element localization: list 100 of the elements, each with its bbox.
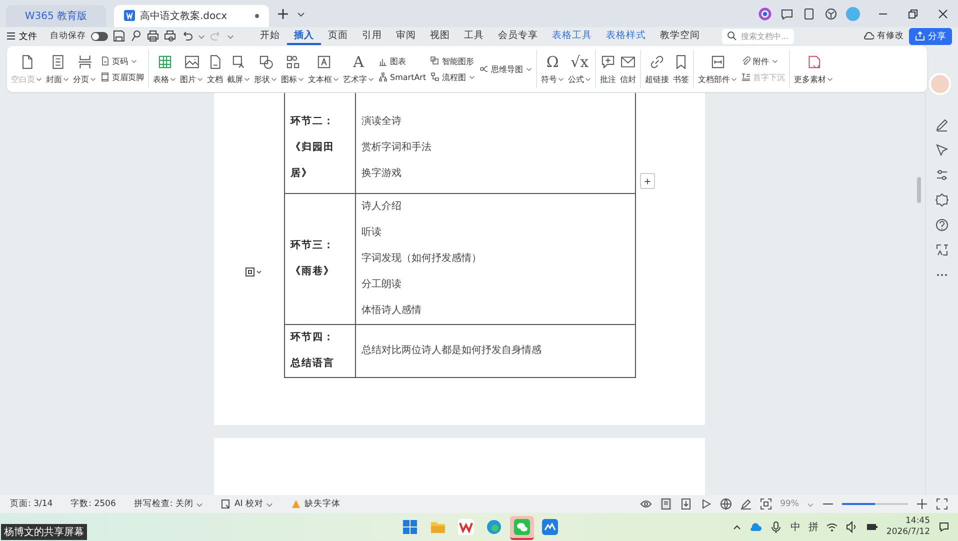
paperclip-icon bbox=[741, 56, 752, 66]
notification-icon[interactable] bbox=[938, 521, 950, 533]
page-count[interactable]: 页面: 3/14 bbox=[10, 498, 53, 510]
battery-icon[interactable] bbox=[866, 521, 878, 533]
ribbon-button[interactable]: SmartArt bbox=[378, 72, 426, 82]
ribbon-button[interactable]: 附件 bbox=[741, 56, 786, 66]
fit-page-icon[interactable] bbox=[760, 498, 772, 510]
ribbon-button[interactable]: √x 公式 bbox=[566, 52, 594, 86]
web-view-icon[interactable] bbox=[680, 498, 692, 510]
table-handle-icon[interactable] bbox=[244, 267, 262, 277]
ribbon-tab[interactable]: 表格工具 bbox=[545, 28, 599, 44]
input-method-indicator[interactable]: 拼 bbox=[808, 520, 818, 534]
save-icon[interactable] bbox=[113, 30, 125, 42]
key-icon[interactable] bbox=[130, 30, 142, 42]
print-preview-icon[interactable] bbox=[164, 30, 176, 42]
ribbon-button[interactable]: 超链接 bbox=[643, 52, 672, 86]
ribbon-button[interactable]: 文档部件 bbox=[696, 52, 740, 86]
ribbon-button[interactable]: 批注 bbox=[598, 52, 618, 86]
spell-check-status[interactable]: 拼写检查: 关闭 bbox=[134, 498, 204, 510]
sync-status[interactable]: 有修改 bbox=[864, 30, 904, 42]
table-cell: 环节三： 《雨巷》 bbox=[284, 194, 355, 324]
ribbon-tab[interactable]: 表格样式 bbox=[599, 28, 653, 44]
wifi-icon[interactable] bbox=[826, 521, 838, 533]
add-column-button[interactable] bbox=[640, 173, 654, 189]
caret-icon[interactable] bbox=[198, 32, 205, 40]
cloud-icon[interactable] bbox=[750, 521, 762, 533]
ribbon-button[interactable]: 分页 bbox=[71, 52, 98, 86]
proofread-icon bbox=[221, 499, 232, 509]
globe-icon[interactable] bbox=[720, 498, 732, 510]
scrollbar-thumb[interactable] bbox=[917, 177, 921, 203]
caret-icon bbox=[827, 76, 834, 82]
pen-icon[interactable] bbox=[935, 118, 949, 132]
translate-icon[interactable] bbox=[935, 243, 949, 257]
ribbon-button[interactable]: 信封 bbox=[618, 52, 638, 86]
ribbon-button[interactable]: 页码 bbox=[100, 56, 144, 66]
ribbon-button[interactable]: 封面 bbox=[44, 52, 71, 86]
color-ring-icon[interactable] bbox=[758, 6, 772, 20]
app-title: W365 教育版 bbox=[24, 10, 88, 22]
badge-gear-icon[interactable] bbox=[935, 193, 949, 207]
close-icon[interactable] bbox=[936, 6, 950, 20]
ribbon-button[interactable]: 书签 bbox=[671, 52, 692, 86]
cursor-icon[interactable] bbox=[935, 143, 949, 157]
page-view-icon[interactable] bbox=[660, 498, 672, 510]
ribbon-button[interactable]: 智能图形 bbox=[430, 56, 476, 66]
ribbon-tab[interactable]: 引用 bbox=[355, 28, 389, 44]
caret-icon[interactable] bbox=[297, 10, 305, 18]
ribbon-button[interactable]: 流程图 bbox=[430, 72, 476, 82]
caret-icon[interactable] bbox=[227, 32, 234, 40]
share-button[interactable]: 分享 bbox=[909, 28, 952, 44]
search-field[interactable]: 搜索文档中... bbox=[722, 28, 794, 44]
word-count[interactable]: 字数: 2506 bbox=[70, 498, 116, 510]
document-tab[interactable]: 高中语文教案.docx bbox=[114, 4, 269, 26]
sliders-icon[interactable] bbox=[935, 168, 949, 182]
ribbon-tab[interactable]: 开始 bbox=[253, 28, 287, 44]
microphone-icon[interactable] bbox=[770, 521, 782, 533]
ribbon-button[interactable]: 文档 bbox=[205, 52, 225, 86]
ribbon-tab[interactable]: 页面 bbox=[321, 28, 355, 44]
clock[interactable]: 14:45 2026/7/12 bbox=[886, 516, 930, 538]
play-icon[interactable] bbox=[700, 498, 712, 510]
document-tab[interactable]: W365 教育版 bbox=[6, 4, 106, 26]
taskbar-app[interactable] bbox=[510, 516, 534, 540]
ribbon-tab[interactable]: 教学空间 bbox=[653, 28, 707, 44]
caret-icon bbox=[271, 76, 277, 82]
ribbon-button[interactable]: 文本框 bbox=[306, 52, 341, 86]
undo-icon[interactable] bbox=[181, 30, 193, 42]
autosave-toggle[interactable] bbox=[91, 32, 108, 40]
restore-icon[interactable] bbox=[906, 6, 920, 20]
ribbon-button[interactable]: 表格 bbox=[151, 52, 178, 86]
ribbon-button[interactable]: 更多素材 bbox=[792, 52, 836, 86]
caret-icon bbox=[131, 58, 137, 64]
plus-icon[interactable] bbox=[277, 8, 289, 20]
ribbon-button[interactable]: 图标 bbox=[279, 52, 306, 86]
table-icon bbox=[156, 54, 172, 70]
file-menu-button[interactable]: 文件 bbox=[6, 30, 41, 42]
ribbon-button[interactable]: 图表 bbox=[378, 56, 426, 67]
fullscreen-icon[interactable] bbox=[936, 498, 948, 510]
bar-chart-icon bbox=[378, 56, 388, 66]
ribbon-button[interactable]: 形状 bbox=[252, 52, 279, 86]
eye-icon[interactable] bbox=[640, 498, 652, 510]
ribbon-button[interactable]: 截屏 bbox=[225, 52, 252, 86]
ribbon-button[interactable]: Ω 符号 bbox=[539, 52, 566, 86]
pen-icon[interactable] bbox=[740, 498, 752, 510]
copy-icon[interactable] bbox=[802, 6, 816, 20]
ai-proofread-button[interactable]: AI 校对 bbox=[221, 498, 274, 510]
ribbon-tab[interactable]: 工具 bbox=[457, 28, 491, 44]
ribbon-tab[interactable]: 视图 bbox=[423, 28, 457, 44]
input-method-indicator[interactable]: 中 bbox=[790, 520, 800, 534]
ribbon-tab[interactable]: 会员专享 bbox=[491, 28, 545, 44]
ribbon-button[interactable]: 图片 bbox=[178, 52, 205, 86]
speaker-icon[interactable] bbox=[846, 521, 858, 533]
help-icon[interactable] bbox=[935, 218, 949, 232]
zoom-in-icon[interactable] bbox=[916, 498, 928, 510]
ribbon-button[interactable]: 思维导图 bbox=[479, 64, 532, 74]
chat-bubble-icon[interactable] bbox=[780, 6, 794, 20]
ribbon-button[interactable]: 页眉页脚 bbox=[100, 72, 144, 82]
print-icon[interactable] bbox=[147, 30, 159, 42]
missing-font-warning[interactable]: 缺失字体 bbox=[291, 498, 340, 510]
ribbon-button[interactable]: A 艺术字 bbox=[341, 52, 376, 86]
ribbon-tab[interactable]: 审阅 bbox=[389, 28, 423, 44]
caret-icon bbox=[526, 66, 532, 72]
